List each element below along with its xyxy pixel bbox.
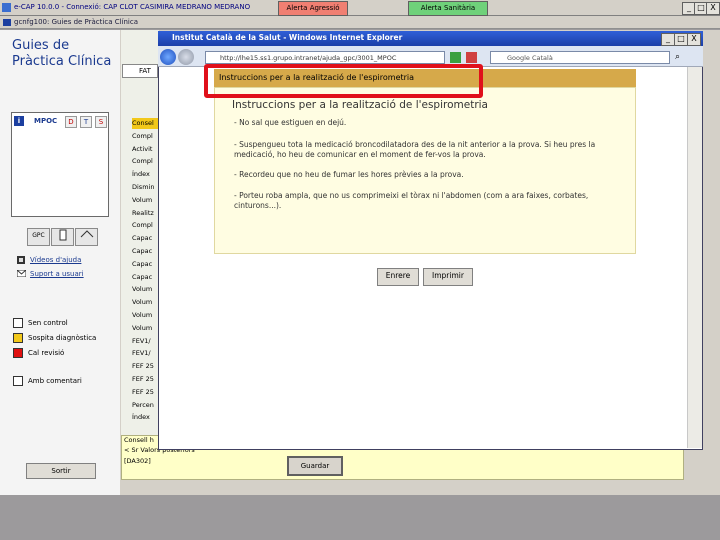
form-row-label: FEV1/: [132, 349, 151, 358]
form-row-label: Percen: [132, 400, 154, 409]
tab-fat[interactable]: FAT: [122, 64, 158, 78]
doc-title: Instruccions per a la realització de l'e…: [232, 99, 488, 111]
alerta-sanitaria-button[interactable]: Alerta Sanitària: [408, 1, 488, 16]
doc-paragraph: - Suspengueu tota la medicació broncodil…: [234, 140, 596, 159]
form-row-label: Compl: [132, 131, 153, 140]
suport-link[interactable]: Suport a usuari: [30, 270, 84, 278]
app-name-heading: Guies de Pràctica Clínica: [12, 38, 112, 69]
info-icon[interactable]: i: [14, 116, 24, 126]
legend-swatch: [13, 376, 23, 386]
form-row-label: Realitz: [132, 208, 154, 217]
form-row-label: Capac: [132, 234, 153, 243]
form-row-label: Consel: [132, 118, 158, 129]
form-row-label: Capac: [132, 247, 153, 255]
legend-swatch: [13, 333, 23, 343]
subwindow-title-bar: gcnfg100: Guies de Pràctica Clínica: [0, 16, 720, 29]
form-row-label: Capac: [132, 272, 153, 281]
doc-paragraph: - Recordeu que no heu de fumar les hores…: [234, 170, 464, 179]
bottom-text-1: Consell h: [124, 436, 154, 444]
app-title-bar: e-CAP 10.0.0 - Connexió: CAP CLOT CASIMI…: [0, 0, 720, 16]
form-row-label: Índex: [132, 170, 150, 179]
tab-d[interactable]: D: [65, 116, 77, 128]
legend-swatch: [13, 318, 23, 328]
tab-t[interactable]: T: [80, 116, 92, 128]
forward-icon[interactable]: [178, 49, 194, 65]
form-row-label: Compl: [132, 157, 153, 166]
guardar-button[interactable]: Guardar: [287, 456, 343, 476]
app-logo-icon: [2, 3, 11, 12]
legend-label: Cal revisió: [28, 349, 65, 357]
form-row-label: Capac: [132, 259, 153, 268]
tab-s[interactable]: S: [95, 116, 107, 128]
form-row-label: Volum: [132, 323, 153, 332]
legend-label: Sospita diagnòstica: [28, 334, 97, 342]
subwindow-title: gcnfg100: Guies de Pràctica Clínica: [14, 18, 139, 26]
form-row-label: FEV1/: [132, 336, 151, 345]
list-item-mpoc[interactable]: MPOC: [34, 117, 57, 125]
form-row-label: Índex: [132, 413, 150, 422]
bottom-text-3: [DA302]: [124, 457, 151, 465]
ie-close-button[interactable]: X: [687, 33, 701, 46]
enrere-button[interactable]: Enrere: [377, 268, 419, 286]
doc-paragraph: - No sal que estiguen en dejú.: [234, 118, 347, 127]
form-row-label: Volum: [132, 298, 153, 307]
search-icon[interactable]: ⌕: [675, 51, 687, 64]
form-row-label: Activit: [132, 144, 153, 153]
form-row-label: Dismin: [132, 183, 155, 191]
refresh-icon[interactable]: [450, 52, 461, 63]
videos-link[interactable]: Vídeos d'ajuda: [30, 256, 81, 264]
highlight-box: [204, 64, 483, 98]
document-icon[interactable]: [51, 228, 74, 246]
ie-title: Institut Català de la Salut - Windows In…: [172, 33, 403, 42]
alerta-agressio-button[interactable]: Alerta Agressió: [278, 1, 348, 16]
legend-sospita: Sospita diagnòstica: [13, 333, 96, 343]
ie-minimize-button[interactable]: _: [661, 33, 675, 46]
guide-list[interactable]: i MPOC D T S: [11, 112, 109, 217]
ie-title-bar: Institut Català de la Salut - Windows In…: [158, 31, 703, 46]
ie-scrollbar[interactable]: [687, 67, 702, 448]
video-icon: [17, 256, 25, 264]
form-row-label: FEF 25: [132, 375, 154, 383]
stop-icon[interactable]: [466, 52, 477, 63]
ie-maximize-button[interactable]: □: [674, 33, 688, 46]
address-bar[interactable]: http://lhe15.ss1.grupo.intranet/ajuda_gp…: [205, 51, 445, 64]
close-button[interactable]: X: [706, 2, 720, 15]
back-icon[interactable]: [160, 49, 176, 65]
mail-icon: [16, 269, 27, 278]
legend-cal-revisio: Cal revisió: [13, 348, 64, 358]
legend-swatch: [13, 348, 23, 358]
imprimir-button[interactable]: Imprimir: [423, 268, 473, 286]
tools-icon[interactable]: [75, 228, 98, 246]
form-row-label: FEF 25: [132, 362, 154, 371]
sortir-button[interactable]: Sortir: [26, 463, 96, 479]
form-row-label: Volum: [132, 311, 153, 319]
legend-comentari: Amb comentari: [13, 376, 82, 386]
form-row-label: Volum: [132, 195, 153, 204]
doc-paragraph: - Porteu roba ampla, que no us comprimei…: [234, 191, 589, 210]
gpc-button[interactable]: GPC: [27, 228, 50, 246]
form-row-label: Volum: [132, 285, 153, 294]
subwindow-icon: [3, 19, 11, 26]
legend-label: Sen control: [28, 319, 68, 327]
app-title: e-CAP 10.0.0 - Connexió: CAP CLOT CASIMI…: [14, 3, 251, 11]
form-row-label: FEF 25: [132, 387, 154, 396]
legend-label: Amb comentari: [28, 377, 82, 385]
form-row-label: Compl: [132, 221, 153, 230]
search-input[interactable]: Google Català: [490, 51, 670, 64]
legend-sen-control: Sen control: [13, 318, 68, 328]
